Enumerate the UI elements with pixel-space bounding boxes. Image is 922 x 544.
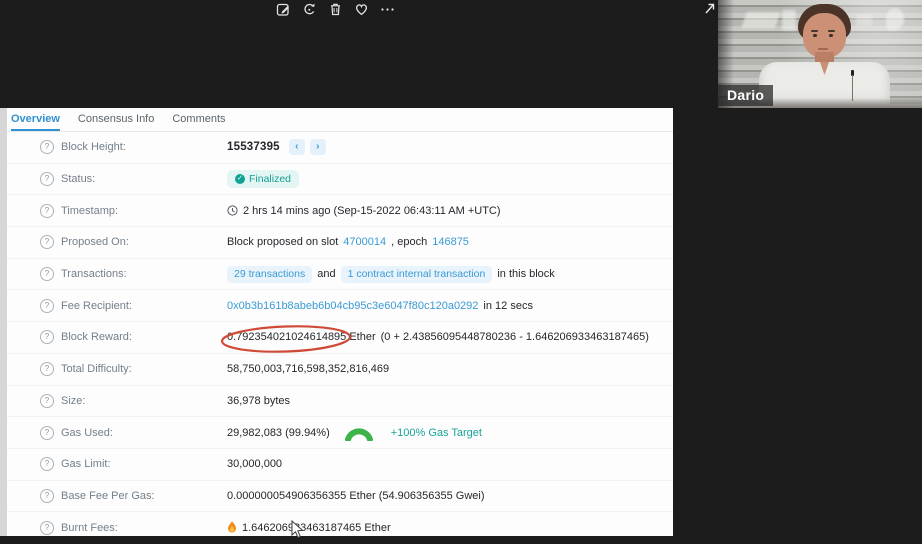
mouse-cursor [291,520,304,539]
gas-used-value: 29,982,083 (99.94%) [227,426,330,439]
slot-link[interactable]: 4700014 [343,236,386,248]
row-timestamp: ? Timestamp: 2 hrs 14 mins ago (Sep-15-20… [0,195,673,228]
timestamp-value: 2 hrs 14 mins ago (Sep-15-2022 06:43:11 … [243,204,501,217]
size-value: 36,978 bytes [227,394,290,407]
row-block-reward: ? Block Reward: 0.792354021024614895 Ethe… [0,322,673,354]
base-fee-value: 0.000000054906356355 Ether (54.906356355… [227,489,485,502]
clock-icon [227,205,238,216]
row-label: Size: [61,394,86,407]
block-height-value: 15537395 [227,141,280,154]
row-size: ? Size: 36,978 bytes [0,386,673,418]
next-block-button[interactable]: › [309,139,326,156]
help-icon[interactable]: ? [40,488,54,503]
help-icon[interactable]: ? [40,235,54,250]
prev-block-button[interactable]: ‹ [288,139,305,156]
block-reward-value: 0.792354021024614895 Ether [227,331,376,344]
row-label: Status: [61,173,96,186]
tab-bar: Overview Consensus Info Comments [0,108,673,132]
transactions-suffix: in this block [497,268,555,281]
wall-logo-shape [741,12,781,28]
wall-logo-shape [856,14,872,26]
row-block-height: ? Block Height: 15537395 ‹ › [0,132,673,164]
burnt-fees-value: 1.646206933463187465 Ether [242,521,391,534]
more-icon[interactable] [380,2,395,17]
help-icon[interactable]: ? [40,393,54,408]
fee-recipient-suffix: in 12 secs [483,299,533,312]
tab-consensus-info[interactable]: Consensus Info [78,113,154,131]
tab-overview[interactable]: Overview [11,113,60,131]
row-burnt-fees: ? Burnt Fees: 1.646206933463187465 Ether [0,512,673,536]
transactions-link[interactable]: 29 transactions [227,265,313,283]
resize-arrow-icon[interactable] [702,2,716,16]
row-label: Proposed On: [61,236,129,249]
row-base-fee: ? Base Fee Per Gas: 0.000000054906356355 … [0,481,673,513]
total-difficulty-value: 58,750,003,716,598,352,816,469 [227,363,390,376]
proposed-infix: , epoch [391,236,428,249]
help-icon[interactable]: ? [40,425,54,440]
gas-limit-value: 30,000,000 [227,458,283,471]
proposed-prefix: Block proposed on slot [227,236,339,249]
row-label: Block Reward: [61,331,132,344]
row-fee-recipient: ? Fee Recipient: 0x0b3b161b8abeb6b04cb95c… [0,290,673,323]
help-icon[interactable]: ? [40,140,54,155]
row-label: Block Height: [61,141,126,154]
conjunction-text: and [317,268,336,281]
viewer-toolbar [276,2,395,17]
help-icon[interactable]: ? [40,362,54,377]
row-label: Gas Limit: [61,458,111,471]
status-badge: ✓ Finalized [227,170,300,189]
wall-logo-shape [782,10,796,30]
block-details-panel: Overview Consensus Info Comments ? Block … [0,108,673,536]
window-edge [0,108,7,536]
row-proposed-on: ? Proposed On: Block proposed on slot 470… [0,227,673,259]
help-icon[interactable]: ? [40,330,54,345]
help-icon[interactable]: ? [40,298,54,313]
help-icon[interactable]: ? [40,203,54,218]
help-icon[interactable]: ? [40,520,54,535]
rotate-icon[interactable] [302,2,317,17]
check-icon: ✓ [235,174,245,185]
row-total-difficulty: ? Total Difficulty: 58,750,003,716,598,35… [0,354,673,386]
help-icon[interactable]: ? [40,457,54,472]
fee-recipient-address-link[interactable]: 0x0b3b161b8abeb6b04cb95c3e6047f80c120a02… [227,300,478,312]
row-label: Total Difficulty: [61,363,132,376]
epoch-link[interactable]: 146875 [432,236,469,248]
row-label: Timestamp: [61,204,119,217]
internal-transactions-link[interactable]: 1 contract internal transaction [340,265,493,283]
row-label: Gas Used: [61,426,113,439]
delete-icon[interactable] [328,2,343,17]
fire-icon [228,521,236,533]
row-transactions: ? Transactions: 29 transactions and 1 con… [0,259,673,291]
help-icon[interactable]: ? [40,267,54,282]
row-label: Base Fee Per Gas: [61,489,155,502]
help-icon[interactable]: ? [40,172,54,187]
webcam-video[interactable]: Dario [718,0,922,108]
row-label: Burnt Fees: [61,521,118,534]
tab-comments[interactable]: Comments [172,113,225,131]
row-label: Fee Recipient: [61,299,132,312]
row-label: Transactions: [61,268,127,281]
row-status: ? Status: ✓ Finalized [0,164,673,196]
gas-target-text: +100% Gas Target [390,426,482,439]
row-gas-used: ? Gas Used: 29,982,083 (99.94%) +100% Gas… [0,417,673,449]
favorite-icon[interactable] [354,2,369,17]
wall-logo-shape [886,8,904,30]
gas-gauge-icon [344,427,373,441]
edit-icon[interactable] [276,2,291,17]
row-gas-limit: ? Gas Limit: 30,000,000 [0,449,673,481]
block-reward-breakdown: (0 + 2.43856095448780236 - 1.64620693346… [380,331,649,344]
participant-name-label: Dario [718,85,774,106]
